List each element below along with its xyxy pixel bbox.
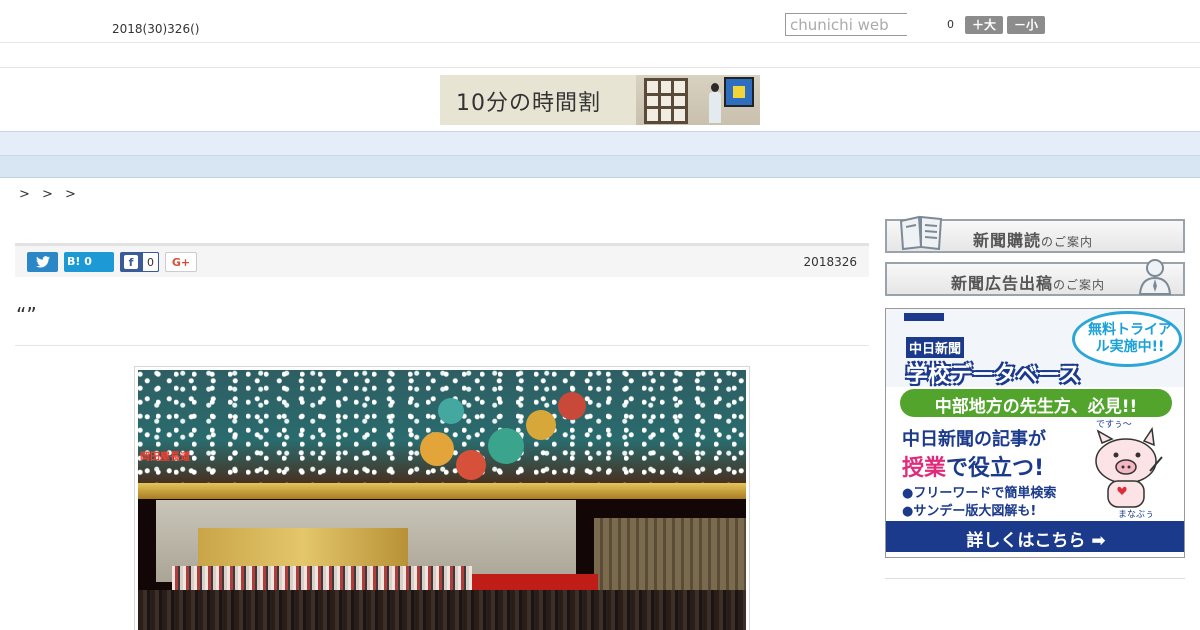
article-photo[interactable]: 岡田屋長道 [138,370,746,630]
current-date: 2018(30)326() [112,22,200,36]
facebook-share-button[interactable]: f 0 [120,252,159,272]
umbrella-decoration [420,432,454,466]
ad-line-1: 中日新聞の記事が [902,429,1046,450]
google-plus-button[interactable]: G+ [165,252,197,272]
divider [15,345,869,346]
ad-brand-newspaper: 中日新聞 [906,337,965,358]
banner-title: 10分の時間割 [456,91,601,116]
stage-set-house [594,518,746,598]
ad-brand-title: 学校データベース [906,363,1081,388]
umbrella-decoration [456,450,486,480]
font-smaller-button[interactable]: －小 [1007,16,1045,34]
search-input[interactable] [786,14,907,35]
font-larger-button[interactable]: ＋大 [965,16,1003,34]
ad-bullet-2: ●サンデー版大図解も! [902,504,1037,519]
breadcrumb[interactable]: > > > [19,187,80,202]
presenter-illustration [708,83,722,123]
newspaper-icon [899,215,943,251]
window-illustration [644,78,688,124]
facebook-icon: f [124,255,138,269]
stage-curtain [138,370,746,488]
mascot-name: まなぶぅ [1118,510,1155,520]
article-photo-frame: 岡田屋長道 [134,366,750,630]
advertise-button[interactable]: 新聞広告出稿のご案内 [885,259,1185,296]
ad-bullet-1: ●フリーワードで簡単検索 [902,486,1057,501]
subscribe-label: 新聞購読のご案内 [973,231,1094,250]
umbrella-decoration [558,392,586,420]
font-size-value: 0 [947,18,954,31]
promo-banner[interactable]: 10分の時間割 [440,75,760,125]
screen-illustration [724,77,754,107]
advertise-label: 新聞広告出稿のご案内 [951,274,1106,293]
umbrella-decoration [438,398,464,424]
ad-callout: 中部地方の先生方、必見!! [900,389,1172,417]
ad-logo-mark [904,313,944,321]
main-nav [0,131,1200,156]
facebook-count: 0 [142,252,159,272]
twitter-share-button[interactable] [27,252,58,272]
businessman-icon [1138,259,1172,295]
hatena-icon: B! [67,255,81,268]
umbrella-decoration [526,410,556,440]
share-bar: B! 0 f 0 G+ 2018326 [15,243,869,277]
ad-details-button[interactable]: 詳しくはこちら ➡ [886,521,1184,552]
article-date: 2018326 [803,255,857,269]
top-bar: 2018(30)326() 0 ＋大 －小 [0,0,1200,43]
subscribe-button[interactable]: 新聞購読のご案内 [885,215,1185,253]
hatena-count: 0 [84,255,92,268]
school-database-ad[interactable]: 中日新聞 学校データベース 無料トライアル実施中!! 中部地方の先生方、必見!!… [885,308,1185,558]
search-box[interactable] [785,13,907,36]
twitter-icon [35,256,50,268]
banner-image [636,75,760,125]
pig-mascot-icon [1095,426,1163,508]
ad-line-2: 授業で役立つ! [902,456,1045,481]
trial-bubble: 無料トライアル実施中!! [1072,311,1182,367]
trial-text: 無料トライアル実施中!! [1088,322,1172,355]
article-headline: “” [16,303,37,327]
umbrella-decoration [488,428,524,464]
audience [138,590,746,630]
header-strip [0,43,1200,68]
hatena-bookmark-button[interactable]: B! 0 [64,252,114,272]
sub-nav [0,156,1200,178]
sidebar-divider [885,578,1185,579]
stage-sign: 岡田屋長道 [140,452,190,463]
stage-valance [138,483,746,499]
ad-header: 中日新聞 学校データベース 無料トライアル実施中!! [886,309,1184,388]
